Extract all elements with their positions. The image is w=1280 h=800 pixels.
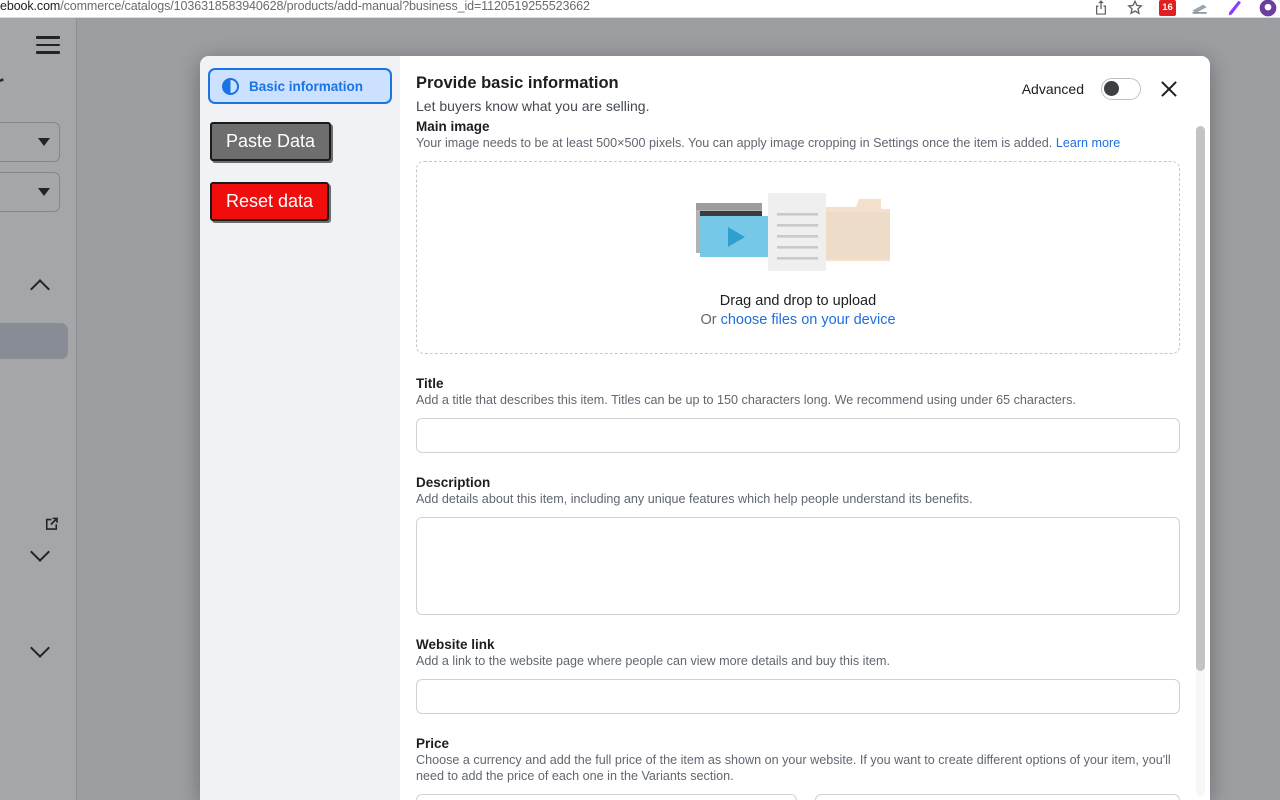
browser-toolbar: ebook.com/commerce/catalogs/103631858394… <box>0 0 1280 18</box>
share-icon[interactable] <box>1091 0 1111 18</box>
main-image-label: Main image <box>416 119 490 134</box>
main-image-help-text: Your image needs to be at least 500×500 … <box>416 136 1053 150</box>
description-input[interactable] <box>416 516 1180 615</box>
add-product-modal: Basic information Paste Data Reset data … <box>200 56 1210 800</box>
modal-subtitle: Let buyers know what you are selling. <box>416 98 650 114</box>
url-path: /commerce/catalogs/1036318583940628/prod… <box>60 0 590 13</box>
modal-header-controls: Advanced <box>1022 74 1180 100</box>
price-help: Choose a currency and add the full price… <box>416 752 1171 783</box>
bookmark-star-icon[interactable] <box>1125 0 1145 18</box>
title-label: Title <box>416 375 444 391</box>
image-dropzone[interactable]: Drag and drop to upload Or choose files … <box>416 160 1180 354</box>
modal-title: Provide basic information <box>416 74 619 92</box>
modal-content-panel: Provide basic information Let buyers kno… <box>400 56 1210 800</box>
title-help: Add a title that describes this item. Ti… <box>416 392 1076 407</box>
url-host: ebook.com <box>0 0 61 13</box>
website-link-label: Website link <box>416 636 495 652</box>
title-input[interactable] <box>416 417 1180 453</box>
profile-avatar-icon[interactable] <box>1258 0 1278 18</box>
field-title: Title Add a title that describes this it… <box>416 376 1180 453</box>
dropzone-primary-text: Drag and drop to upload <box>719 292 877 309</box>
field-price: Price Choose a currency and add the full… <box>416 736 1180 800</box>
paste-data-button[interactable]: Paste Data <box>210 122 332 161</box>
upload-illustration-icon <box>696 192 890 271</box>
pen-extension-icon[interactable] <box>1224 0 1244 18</box>
reset-data-button[interactable]: Reset data <box>210 182 330 221</box>
description-label: Description <box>416 474 491 490</box>
dropzone-or-text: Or <box>700 311 721 328</box>
currency-select[interactable]: USD — US Dollar <box>416 793 798 800</box>
advanced-toggle[interactable] <box>1101 78 1141 100</box>
choose-files-link[interactable]: choose files on your device <box>721 312 896 328</box>
modal-form-scroll-area[interactable]: Main image Your image needs to be at lea… <box>400 119 1210 800</box>
learn-more-link[interactable]: Learn more <box>1056 136 1120 150</box>
price-amount-input[interactable]: $0.00 USD <box>815 793 1180 800</box>
field-description: Description Add details about this item,… <box>416 475 1180 615</box>
tab-basic-information[interactable]: Basic information <box>208 68 392 104</box>
half-circle-progress-icon <box>222 77 239 95</box>
extension-badge-count[interactable]: 16 <box>1159 0 1176 16</box>
address-bar-url[interactable]: ebook.com/commerce/catalogs/103631858394… <box>0 0 590 13</box>
modal-scrollbar-track[interactable] <box>1196 126 1205 796</box>
modal-header-text: Provide basic information Let buyers kno… <box>416 74 649 114</box>
field-website-link: Website link Add a link to the website p… <box>416 637 1180 714</box>
modal-scrollbar-thumb[interactable] <box>1196 126 1205 671</box>
extension-icon[interactable] <box>1190 0 1210 18</box>
description-help: Add details about this item, including a… <box>416 491 973 506</box>
modal-header: Provide basic information Let buyers kno… <box>400 56 1210 114</box>
dropzone-secondary-text: Or choose files on your device <box>700 312 895 328</box>
browser-action-icons: 16 <box>1091 0 1278 18</box>
price-row: USD — US Dollar $0.00 USD <box>416 793 1180 800</box>
field-main-image: Main image Your image needs to be at lea… <box>416 119 1180 354</box>
advanced-toggle-label: Advanced <box>1021 81 1084 97</box>
website-link-help: Add a link to the website page where peo… <box>416 653 890 668</box>
close-icon[interactable] <box>1158 78 1180 100</box>
price-label: Price <box>416 735 450 751</box>
tab-basic-information-label: Basic information <box>249 78 364 94</box>
website-link-input[interactable] <box>416 678 1180 714</box>
main-image-help: Your image needs to be at least 500×500 … <box>416 136 1180 152</box>
modal-navigation-panel: Basic information Paste Data Reset data <box>200 56 400 800</box>
